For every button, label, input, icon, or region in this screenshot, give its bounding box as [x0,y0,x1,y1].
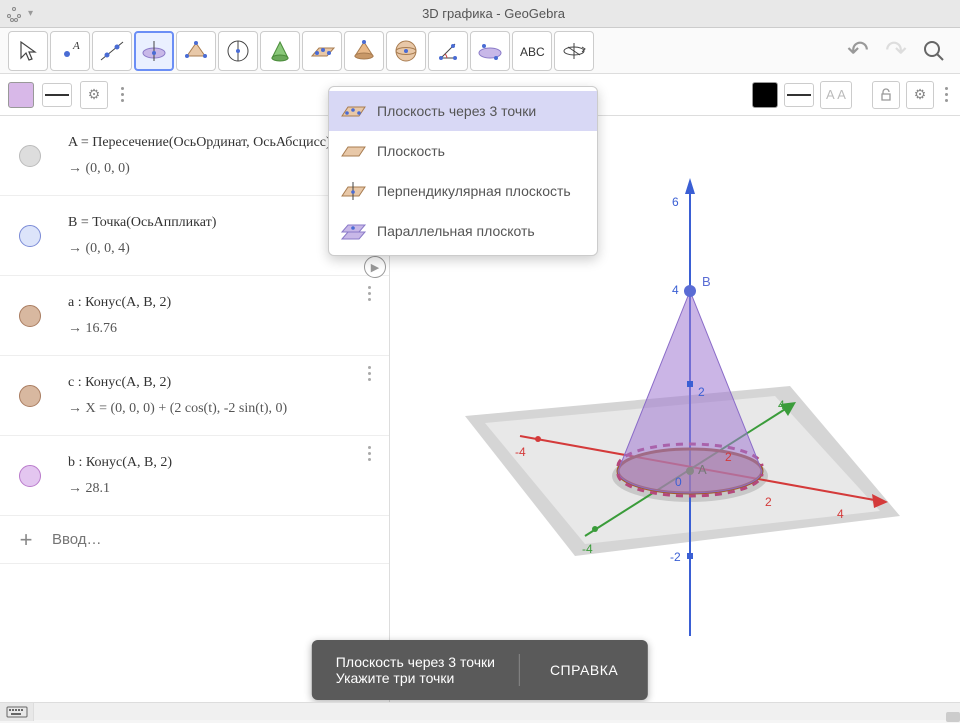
play-button[interactable]: ▶ [364,256,386,278]
rotate-view-tool[interactable] [554,31,594,71]
titlebar: ▾ 3D графика - GeoGebra [0,0,960,28]
polygon-tool[interactable] [176,31,216,71]
label-style-button[interactable]: A A [820,81,852,109]
dropdown-item-parallel-plane[interactable]: Параллельная плоскоть [329,211,597,251]
pyramid-tool[interactable] [344,31,384,71]
graphics-line-style[interactable] [784,83,814,107]
svg-text:-4: -4 [515,445,526,459]
svg-text:4: 4 [672,283,679,297]
dropdown-item-plane-3-points[interactable]: Плоскость через 3 точки [329,91,597,131]
object-value: → X = (0, 0, 0) + (2 cos(t), -2 sin(t), … [68,401,381,417]
algebra-row[interactable]: c : Конус(A, B, 2) → X = (0, 0, 0) + (2 c… [0,356,389,436]
point-b-label: B [702,274,711,289]
circle-tool[interactable] [218,31,258,71]
svg-text:-2: -2 [670,550,681,564]
object-value: → 28.1 [68,481,381,497]
svg-text:-4: -4 [582,542,593,556]
perpendicular-line-tool[interactable] [134,31,174,71]
svg-text:4: 4 [837,507,844,521]
dropdown-label: Перпендикулярная плоскость [377,183,571,199]
algebra-row[interactable]: b : Конус(A, B, 2) → 28.1 [0,436,389,516]
intersect-surfaces-tool[interactable] [260,31,300,71]
line-style-button[interactable] [42,83,72,107]
svg-text:ABC: ABC [520,45,545,59]
svg-text:2: 2 [698,385,705,399]
tooltip-hint: Укажите три точки [336,670,495,686]
keyboard-icon[interactable] [0,703,34,721]
point-tool[interactable]: A [50,31,90,71]
reflect-tool[interactable] [470,31,510,71]
svg-text:A: A [72,40,80,52]
graphics-color-swatch[interactable] [752,82,778,108]
plane-tool[interactable] [302,31,342,71]
dropdown-label: Плоскость через 3 точки [377,103,536,119]
move-tool[interactable] [8,31,48,71]
sphere-tool[interactable] [386,31,426,71]
parallel-plane-icon [339,220,367,242]
point-a-label: A [698,462,707,477]
tool-tooltip: Плоскость через 3 точки Укажите три точк… [312,640,648,700]
window-title: 3D графика - GeoGebra [33,6,954,21]
algebra-more-button[interactable] [116,87,128,102]
app-icon [6,6,22,22]
help-button[interactable]: СПРАВКА [520,662,648,678]
row-menu-button[interactable] [355,446,383,461]
svg-text:2: 2 [765,495,772,509]
svg-text:0: 0 [675,475,682,489]
object-value: → 16.76 [68,321,381,337]
tooltip-title: Плоскость через 3 точки [336,654,495,670]
svg-text:6: 6 [672,195,679,209]
algebra-settings-button[interactable]: ⚙ [80,81,108,109]
algebra-input[interactable] [52,531,389,548]
lock-button[interactable] [872,81,900,109]
object-definition: a : Конус(A, B, 2) [68,295,381,311]
algebra-row[interactable]: a : Конус(A, B, 2) → 16.76 [0,276,389,356]
svg-text:2: 2 [725,450,732,464]
add-icon: + [0,527,52,553]
undo-button[interactable]: ↶ [840,33,876,69]
plane-icon [339,140,367,162]
graphics-settings-button[interactable]: ⚙ [906,81,934,109]
bottom-bar [0,702,960,720]
dropdown-item-perpendicular-plane[interactable]: Перпендикулярная плоскость [329,171,597,211]
main-toolbar: A ABC ↶ ↷ [0,28,960,74]
dropdown-item-plane[interactable]: Плоскость [329,131,597,171]
row-menu-button[interactable] [355,286,383,301]
object-definition: c : Конус(A, B, 2) [68,375,381,391]
redo-button[interactable]: ↷ [878,33,914,69]
dropdown-label: Плоскость [377,143,445,159]
object-definition: b : Конус(A, B, 2) [68,455,381,471]
search-button[interactable] [916,33,952,69]
row-menu-button[interactable] [355,366,383,381]
dropdown-label: Параллельная плоскоть [377,223,535,239]
graphics-more-button[interactable] [940,87,952,102]
text-tool[interactable]: ABC [512,31,552,71]
fill-color-swatch[interactable] [8,82,34,108]
perp-plane-icon [339,180,367,202]
angle-tool[interactable] [428,31,468,71]
line-tool[interactable] [92,31,132,71]
algebra-input-row[interactable]: + [0,516,389,564]
svg-text:4: 4 [778,398,785,412]
plane-tool-dropdown: Плоскость через 3 точки Плоскость Перпен… [328,86,598,256]
plane-3points-icon [339,100,367,122]
